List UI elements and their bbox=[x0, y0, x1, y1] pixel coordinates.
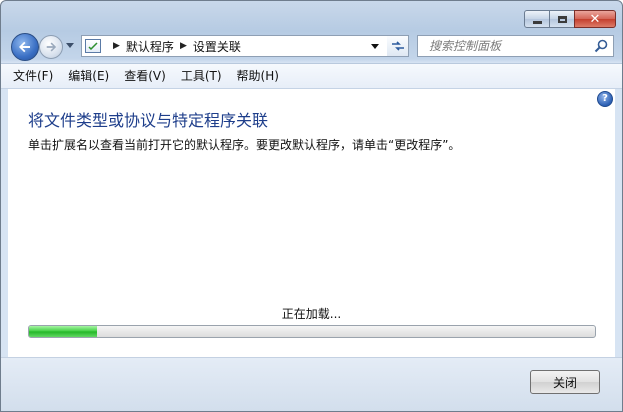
maximize-icon bbox=[557, 15, 567, 23]
minimize-button[interactable] bbox=[524, 10, 550, 28]
search-input[interactable] bbox=[427, 38, 601, 54]
refresh-button[interactable] bbox=[387, 35, 409, 57]
chevron-down-icon bbox=[371, 43, 379, 49]
maximize-button[interactable] bbox=[549, 10, 575, 28]
address-bar[interactable]: ▶ 默认程序 ▶ 设置关联 bbox=[81, 35, 409, 57]
caption-buttons: ✕ bbox=[524, 10, 616, 28]
page-description: 单击扩展名以查看当前打开它的默认程序。要更改默认程序，请单击“更改程序”。 bbox=[28, 138, 461, 152]
search-button[interactable] bbox=[594, 39, 608, 53]
back-arrow-icon bbox=[19, 41, 30, 53]
forward-button[interactable] bbox=[39, 35, 63, 59]
page-title: 将文件类型或协议与特定程序关联 bbox=[28, 111, 269, 130]
menu-file[interactable]: 文件(F) bbox=[1, 63, 60, 89]
menu-help[interactable]: 帮助(H) bbox=[229, 63, 286, 89]
recent-pages-dropdown[interactable] bbox=[65, 41, 75, 51]
forward-arrow-icon bbox=[46, 42, 57, 52]
window: ✕ ▶ 默认程序 ▶ 设置关联 搜索控制面板 文件(F) 编辑(E) 查看(V)… bbox=[0, 0, 623, 412]
menu-view[interactable]: 查看(V) bbox=[116, 63, 173, 89]
search-box[interactable] bbox=[417, 35, 614, 57]
breadcrumb-set-associations[interactable]: 设置关联 bbox=[193, 38, 241, 55]
help-icon[interactable]: ? bbox=[597, 91, 613, 107]
close-icon: ✕ bbox=[589, 11, 601, 27]
back-button[interactable] bbox=[11, 33, 39, 61]
refresh-icon bbox=[391, 41, 404, 51]
window-close-button[interactable]: ✕ bbox=[574, 10, 616, 28]
menu-bar: 文件(F) 编辑(E) 查看(V) 工具(T) 帮助(H) bbox=[1, 63, 622, 89]
search-icon bbox=[594, 39, 608, 53]
progress-fill bbox=[29, 326, 97, 337]
content-pane: ? 将文件类型或协议与特定程序关联 单击扩展名以查看当前打开它的默认程序。要更改… bbox=[8, 89, 615, 357]
address-dropdown-button[interactable] bbox=[368, 39, 382, 53]
menu-edit[interactable]: 编辑(E) bbox=[60, 63, 116, 89]
breadcrumb-arrow-icon[interactable]: ▶ bbox=[113, 41, 120, 51]
footer: 关闭 bbox=[1, 357, 622, 411]
breadcrumb-default-programs[interactable]: 默认程序 bbox=[126, 38, 174, 55]
loading-text: 正在加载... bbox=[281, 307, 342, 321]
control-panel-icon bbox=[85, 39, 101, 53]
chevron-down-icon bbox=[66, 43, 74, 48]
loading-progress-bar bbox=[28, 325, 596, 338]
minimize-icon bbox=[532, 20, 542, 24]
menu-tools[interactable]: 工具(T) bbox=[173, 63, 229, 89]
close-button[interactable]: 关闭 bbox=[530, 370, 600, 394]
breadcrumb-arrow-icon[interactable]: ▶ bbox=[180, 41, 187, 51]
